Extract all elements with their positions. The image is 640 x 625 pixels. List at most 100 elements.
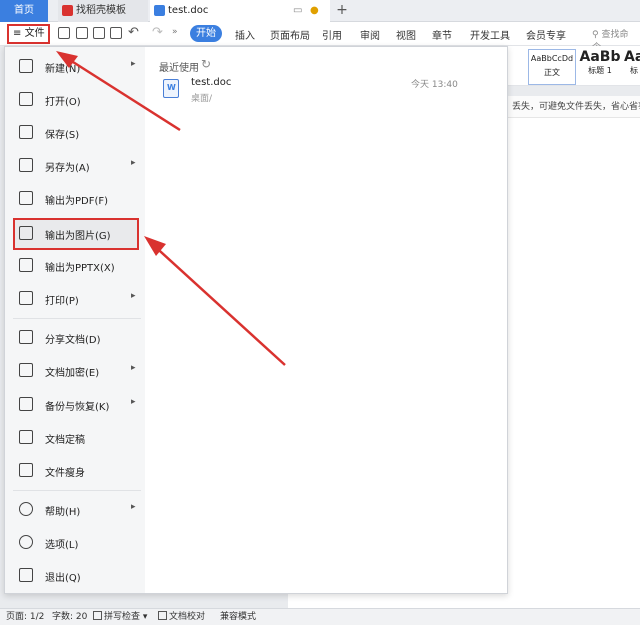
spell-check[interactable]: 拼写检查 ▾ [93, 609, 147, 625]
recent-files-title: 最近使用 [159, 63, 199, 74]
ribbon-tab-member[interactable]: 会员专享 [526, 27, 566, 42]
menu-item-label: 输出为图片(G) [45, 231, 111, 242]
menu-item-label: 新建(N) [45, 64, 81, 75]
ribbon-tab-chapter[interactable]: 章节 [432, 27, 452, 42]
gear-icon [19, 535, 33, 549]
ribbon-tab-developer[interactable]: 开发工具 [470, 27, 510, 42]
refresh-icon[interactable]: ↻ [201, 57, 211, 71]
style-heading2[interactable]: Aa 标 [624, 49, 640, 85]
page-count[interactable]: 页面: 1/2 [6, 609, 44, 625]
docer-logo-icon [62, 5, 73, 16]
menu-item-label: 选项(L) [45, 540, 79, 551]
print-icon [19, 291, 33, 305]
recent-file-name: test.doc [191, 77, 232, 88]
style-heading2-sample: Aa [624, 49, 640, 65]
menu-item-encrypt[interactable]: 文档加密(E) ▸ [5, 357, 145, 385]
menu-item-open[interactable]: 打开(O) [5, 86, 145, 114]
file-menu-label: 文件 [24, 28, 45, 39]
help-icon [19, 502, 33, 516]
recent-file-item[interactable]: test.doc 桌面/ 今天 13:40 [161, 77, 501, 107]
menu-item-label: 文档加密(E) [45, 368, 100, 379]
menu-item-label: 分享文档(D) [45, 335, 101, 346]
ribbon-tab-view[interactable]: 视图 [396, 27, 416, 42]
menu-separator [13, 318, 141, 319]
menu-item-finalize[interactable]: 文档定稿 [5, 424, 145, 452]
menu-item-label: 退出(Q) [45, 573, 81, 584]
menu-item-label: 打开(O) [45, 97, 81, 108]
document-page[interactable] [508, 118, 640, 608]
undo-icon[interactable]: ↶ [128, 25, 139, 40]
exit-icon [19, 568, 33, 582]
tab-document[interactable]: test.doc ▭ ● [150, 0, 330, 22]
menu-item-slim[interactable]: 文件瘦身 [5, 457, 145, 485]
menu-item-help[interactable]: 帮助(H) ▸ [5, 496, 145, 524]
recent-file-time: 今天 13:40 [411, 80, 458, 90]
compat-mode: 兼容模式 [220, 612, 257, 622]
submenu-arrow-icon: ▸ [131, 363, 136, 373]
menu-item-label: 输出为PDF(F) [45, 196, 109, 207]
new-tab-button[interactable]: + [333, 0, 351, 22]
file-menu-button[interactable]: ≡ 文件 [7, 24, 50, 44]
menu-item-new[interactable]: 新建(N) ▸ [5, 53, 145, 81]
document-proofread[interactable]: 文档校对 [158, 609, 205, 625]
styles-gallery: AaBbCcDd 正文 AaBb 标题 1 Aa 标 [508, 46, 640, 86]
menu-item-export-pptx[interactable]: 输出为PPTX(X) [5, 252, 145, 280]
menu-item-label: 文档定稿 [45, 435, 85, 446]
share-icon [19, 330, 33, 344]
menu-item-label: 文件瘦身 [45, 468, 85, 479]
style-normal-sample: AaBbCcDd [530, 54, 574, 63]
more-chevron-icon[interactable]: » [172, 27, 178, 37]
menu-item-save-as[interactable]: 另存为(A) ▸ [5, 152, 145, 180]
ribbon-tab-review[interactable]: 审阅 [360, 27, 380, 42]
word-doc-icon [154, 5, 165, 16]
tab-cloud-icon[interactable]: ▭ [293, 0, 302, 22]
ribbon-tab-insert[interactable]: 插入 [235, 27, 255, 42]
menu-item-label: 备份与恢复(K) [45, 402, 110, 413]
tab-home[interactable]: 首页 [0, 0, 48, 22]
submenu-arrow-icon: ▸ [131, 502, 136, 512]
menu-item-export-image[interactable]: 输出为图片(G) [5, 220, 145, 248]
spell-check-label: 拼写检查 [104, 612, 141, 622]
menu-item-options[interactable]: 选项(L) [5, 529, 145, 557]
menu-item-exit[interactable]: 退出(Q) [5, 562, 145, 590]
search-icon: ⚲ [592, 30, 599, 40]
ribbon-tab-layout[interactable]: 页面布局 [270, 27, 310, 42]
menu-item-save[interactable]: 保存(S) [5, 119, 145, 147]
menu-item-label: 输出为PPTX(X) [45, 263, 115, 274]
save-quick-icon[interactable] [58, 27, 70, 39]
style-normal[interactable]: AaBbCcDd 正文 [528, 49, 576, 85]
slim-icon [19, 463, 33, 477]
submenu-arrow-icon: ▸ [131, 158, 136, 168]
style-heading2-label: 标 [630, 66, 638, 75]
recent-file-path: 桌面/ [191, 94, 213, 104]
ribbon-tab-references[interactable]: 引用 [322, 27, 342, 42]
redo-icon[interactable]: ↷ [152, 25, 163, 40]
word-doc-icon [163, 79, 179, 98]
finalize-icon [19, 430, 33, 444]
submenu-arrow-icon: ▸ [131, 291, 136, 301]
preview-quick-icon[interactable] [110, 27, 122, 39]
word-count[interactable]: 字数: 20 [52, 609, 87, 625]
title-tab-bar: 首页 找稻壳模板 test.doc ▭ ● + [0, 0, 640, 22]
submenu-arrow-icon: ▸ [131, 59, 136, 69]
menu-item-label: 帮助(H) [45, 507, 81, 518]
submenu-arrow-icon: ▸ [131, 397, 136, 407]
tab-template[interactable]: 找稻壳模板 [58, 0, 148, 22]
export-quick-icon[interactable] [76, 27, 88, 39]
style-heading1-sample: AaBb [579, 49, 621, 65]
file-dropdown-menu: 新建(N) ▸ 打开(O) 保存(S) 另存为(A) ▸ 输出为PDF(F) 输… [4, 46, 508, 594]
style-normal-label: 正文 [544, 68, 560, 77]
save-as-icon [19, 158, 33, 172]
print-quick-icon[interactable] [93, 27, 105, 39]
lock-icon [19, 363, 33, 377]
backup-icon [19, 397, 33, 411]
menu-item-print[interactable]: 打印(P) ▸ [5, 285, 145, 313]
style-heading1[interactable]: AaBb 标题 1 [578, 49, 622, 85]
menu-item-export-pdf[interactable]: 输出为PDF(F) [5, 185, 145, 213]
main-toolbar: ≡ 文件 ↶ ↷ » 开始 插入 页面布局 引用 审阅 视图 章节 开发工具 会… [0, 22, 640, 53]
save-icon [19, 125, 33, 139]
menu-item-backup[interactable]: 备份与恢复(K) ▸ [5, 391, 145, 419]
ribbon-tab-start[interactable]: 开始 [190, 25, 222, 42]
menu-item-share[interactable]: 分享文档(D) [5, 324, 145, 352]
new-file-icon [19, 59, 33, 73]
